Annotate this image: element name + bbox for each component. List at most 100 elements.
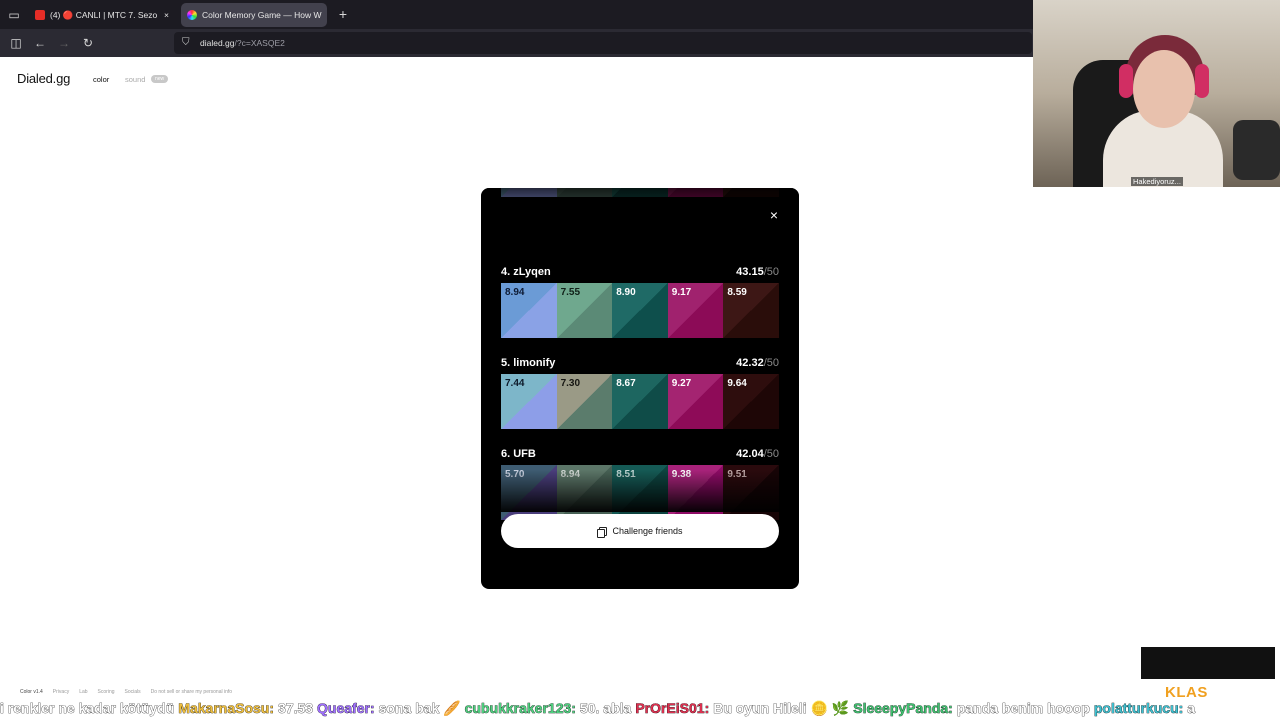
color-swatch: 9.35 bbox=[723, 188, 779, 197]
color-swatch: 8.94 bbox=[556, 465, 613, 520]
leaderboard-modal: 8.328.987.959.419.35 4. zLyqen 43.15/50 8.9… bbox=[481, 188, 799, 589]
klas-label: KLAS bbox=[1165, 684, 1208, 701]
footer-link[interactable]: Privacy bbox=[53, 689, 69, 695]
chat-username: MakarnaSosu: bbox=[178, 700, 274, 716]
chat-username: SleeepyPanda: bbox=[853, 700, 953, 716]
color-swatch: 9.27 bbox=[667, 374, 724, 429]
color-swatch: 9.64 bbox=[723, 374, 779, 429]
back-icon[interactable]: ← bbox=[33, 36, 47, 50]
swatch-guess-triangle bbox=[723, 188, 779, 197]
footer-link[interactable]: Color v1.4 bbox=[20, 689, 43, 695]
copy-icon bbox=[597, 526, 608, 538]
color-swatch: 9.38 bbox=[667, 465, 724, 520]
score-max: /50 bbox=[763, 448, 779, 460]
url-path: /?c=XASQE2 bbox=[234, 38, 285, 48]
color-swatch: 7.55 bbox=[556, 283, 613, 338]
score-max: /50 bbox=[763, 357, 779, 369]
player-name: 4. zLyqen bbox=[501, 266, 551, 278]
player-score: 43.15/50 bbox=[736, 266, 779, 278]
color-swatch: 8.51 bbox=[612, 465, 668, 520]
new-tab-button[interactable]: + bbox=[336, 7, 350, 21]
color-swatch: 9.41 bbox=[667, 188, 724, 197]
swatch-score: 9.38 bbox=[671, 469, 692, 480]
challenge-friends-button[interactable]: Challenge friends bbox=[501, 514, 779, 548]
player-score: 42.32/50 bbox=[736, 357, 779, 369]
footer-link[interactable]: Socials bbox=[125, 689, 141, 695]
swatch-score: 9.64 bbox=[727, 378, 747, 389]
swatch-score: 7.30 bbox=[560, 378, 581, 389]
footer-link[interactable]: Lab bbox=[79, 689, 87, 695]
close-icon[interactable]: × bbox=[164, 10, 169, 20]
headset-right bbox=[1195, 64, 1209, 98]
site-footer: Color v1.4 Privacy Lab Scoring Socials Do not… bbox=[20, 689, 232, 695]
chat-username: PrOrEiS01: bbox=[635, 700, 710, 716]
stream-widget bbox=[1141, 647, 1275, 679]
close-icon[interactable]: × bbox=[767, 208, 781, 222]
microphone bbox=[1233, 120, 1280, 180]
player-name: 6. UFB bbox=[501, 448, 536, 460]
challenge-label: Challenge friends bbox=[612, 526, 683, 536]
tab-label: (4) 🔴 CANLI | MTC 7. Sezo bbox=[50, 9, 158, 20]
score-value: 42.32 bbox=[736, 357, 764, 369]
webcam-overlay: Hakediyoruz... bbox=[1033, 0, 1280, 187]
player-name: 5. limonify bbox=[501, 357, 556, 369]
footer-link[interactable]: Scoring bbox=[98, 689, 115, 695]
color-swatch: 8.90 bbox=[612, 283, 668, 338]
color-swatch: 7.44 bbox=[501, 374, 557, 429]
site-logo[interactable]: Dialed.gg bbox=[17, 71, 70, 86]
swatch-guess-triangle bbox=[556, 188, 613, 197]
color-swatch: 7.95 bbox=[612, 188, 668, 197]
url-host: dialed.gg bbox=[200, 38, 235, 48]
chat-ticker: i renkler ne kadar kötüydü MakarnaSosu: 37… bbox=[0, 700, 1280, 720]
forward-icon[interactable]: → bbox=[57, 36, 71, 50]
swatch-score: 8.90 bbox=[616, 287, 636, 298]
nav-color[interactable]: color bbox=[93, 75, 109, 84]
swatch-guess-triangle bbox=[501, 188, 557, 197]
color-swatch: 9.51 bbox=[723, 465, 779, 520]
color-swatch: 8.59 bbox=[723, 283, 779, 338]
color-swatch: 9.17 bbox=[667, 283, 724, 338]
shield-icon: ⛉ bbox=[182, 37, 190, 48]
swatch-score: 9.27 bbox=[671, 378, 692, 389]
color-swatch: 8.67 bbox=[612, 374, 668, 429]
close-icon[interactable]: × bbox=[327, 10, 328, 20]
player-score: 42.04/50 bbox=[736, 448, 779, 460]
chat-message: Bu oyun Hileli 🪙 🌿 bbox=[713, 700, 850, 716]
nav-sound[interactable]: sound bbox=[125, 75, 145, 84]
chat-message: i renkler ne kadar kötüydü bbox=[0, 700, 175, 716]
score-max: /50 bbox=[763, 266, 779, 278]
youtube-icon bbox=[35, 10, 45, 20]
chat-message: 37.53 bbox=[278, 700, 314, 716]
chat-message: 50. abla bbox=[579, 700, 632, 716]
tab-youtube[interactable]: (4) 🔴 CANLI | MTC 7. Sezo × bbox=[29, 3, 175, 27]
swatch-score: 7.44 bbox=[505, 378, 525, 389]
color-swatch-row: 8.94 7.55 8.90 9.17 8.59 bbox=[501, 283, 779, 338]
swatch-score: 8.94 bbox=[505, 287, 525, 298]
tab-list-icon[interactable]: ▭ bbox=[7, 8, 21, 22]
tab-color-memory-game[interactable]: Color Memory Game — How W × bbox=[181, 3, 327, 27]
tab-label: Color Memory Game — How W bbox=[202, 10, 322, 20]
headset-left bbox=[1119, 64, 1133, 98]
reload-icon[interactable]: ↻ bbox=[81, 36, 95, 50]
swatch-score: 7.55 bbox=[560, 287, 581, 298]
chat-username: cubukkraker123: bbox=[464, 700, 576, 716]
color-swatch: 5.70 bbox=[501, 465, 557, 520]
swatch-score: 8.94 bbox=[560, 469, 581, 480]
chat-username: polatturkucu: bbox=[1093, 700, 1184, 716]
chat-message: a bbox=[1187, 700, 1196, 716]
footer-link[interactable]: Do not sell or share my personal info bbox=[151, 689, 232, 695]
chat-message: panda benim hooop bbox=[956, 700, 1091, 716]
swatch-score: 8.51 bbox=[616, 469, 636, 480]
swatch-guess-triangle bbox=[612, 188, 668, 197]
color-swatch: 8.98 bbox=[556, 188, 613, 197]
color-swatch: 7.30 bbox=[556, 374, 613, 429]
swatch-score: 8.67 bbox=[616, 378, 636, 389]
swatch-score: 9.17 bbox=[671, 287, 692, 298]
color-swatch: 8.94 bbox=[501, 283, 557, 338]
webcam-caption: Hakediyoruz... bbox=[1131, 177, 1183, 186]
address-bar[interactable]: ⛉ dialed.gg/?c=XASQE2 bbox=[174, 32, 1032, 54]
sidebar-icon[interactable]: ◫ bbox=[9, 36, 23, 50]
streamer-face bbox=[1133, 50, 1195, 128]
swatch-score: 9.51 bbox=[727, 469, 747, 480]
color-swatch-row: 7.44 7.30 8.67 9.27 9.64 bbox=[501, 374, 779, 429]
